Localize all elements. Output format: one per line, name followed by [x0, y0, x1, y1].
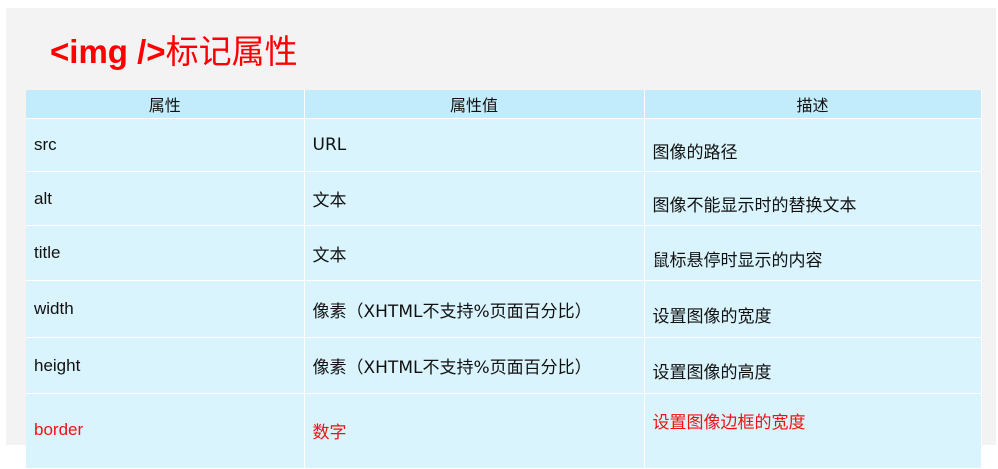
cell-attribute-value: URL — [304, 118, 645, 172]
cell-attribute-value: 像素（XHTML不支持%页面百分比） — [304, 337, 645, 394]
cell-attribute-name: alt — [26, 171, 305, 226]
table-header-row: 属性 属性值 描述 — [26, 90, 982, 119]
attribute-table: 属性 属性值 描述 src URL 图像的路径 alt 文本 图像不能显示时的替… — [26, 90, 982, 469]
table-row: width 像素（XHTML不支持%页面百分比） 设置图像的宽度 — [26, 280, 982, 338]
cell-attribute-name: width — [26, 280, 305, 338]
table-row: src URL 图像的路径 — [26, 118, 982, 172]
cell-attribute-value: 文本 — [304, 225, 645, 281]
cell-attribute-name: height — [26, 337, 305, 394]
cell-attribute-name: title — [26, 225, 305, 281]
title-tag-text: <img /> — [50, 33, 166, 70]
cell-attribute-description: 图像不能显示时的替换文本 — [644, 171, 982, 226]
cell-attribute-value: 文本 — [304, 171, 645, 226]
table-row: height 像素（XHTML不支持%页面百分比） 设置图像的高度 — [26, 337, 982, 394]
cell-attribute-description: 鼠标悬停时显示的内容 — [644, 225, 982, 281]
cell-attribute-description: 设置图像的高度 — [644, 337, 982, 394]
page-title: <img />标记属性 — [50, 30, 298, 74]
cell-attribute-description: 图像的路径 — [644, 118, 982, 172]
column-header-value: 属性值 — [304, 90, 645, 119]
cell-attribute-description: 设置图像边框的宽度 — [644, 393, 982, 469]
cell-attribute-name: src — [26, 118, 305, 172]
table-row: title 文本 鼠标悬停时显示的内容 — [26, 225, 982, 281]
title-rest-text: 标记属性 — [165, 32, 298, 71]
table-row-highlighted: border 数字 设置图像边框的宽度 — [26, 393, 982, 469]
cell-attribute-value: 数字 — [304, 393, 645, 469]
table-row: alt 文本 图像不能显示时的替换文本 — [26, 171, 982, 226]
column-header-attribute: 属性 — [26, 90, 305, 119]
cell-attribute-name: border — [26, 393, 305, 469]
cell-attribute-description: 设置图像的宽度 — [644, 280, 982, 338]
cell-attribute-value: 像素（XHTML不支持%页面百分比） — [304, 280, 645, 338]
column-header-description: 描述 — [644, 90, 982, 119]
